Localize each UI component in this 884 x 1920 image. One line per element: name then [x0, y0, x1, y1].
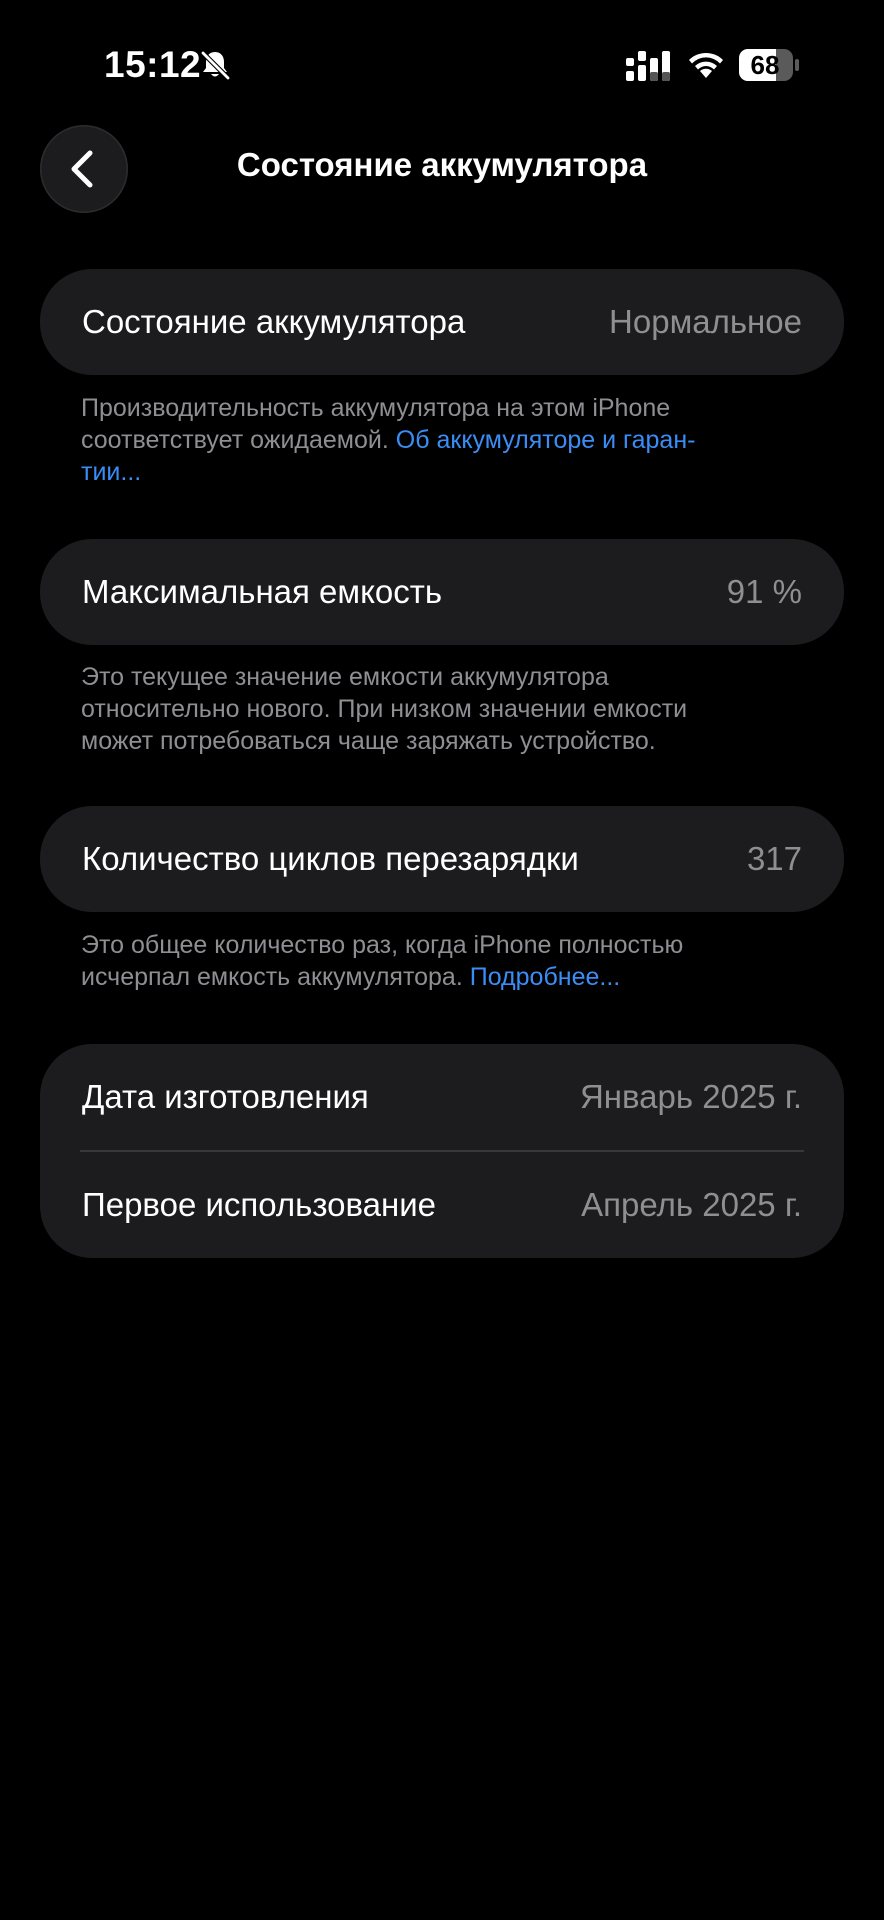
max-capacity-group: Максимальная емкость 91 % [40, 539, 844, 645]
cycle-count-footnote: Это общее количество раз, когда iPhone п… [81, 929, 801, 993]
cellular-signal-icon [626, 51, 670, 81]
status-bar: 15:12 68 [0, 0, 884, 130]
page-title: Состояние аккумулятора [236, 146, 648, 183]
status-time: 15:12 [104, 44, 202, 85]
footnote-line: Это общее количество раз, когда iPhone п… [81, 931, 684, 959]
footnote-line: исчерпал емкость аккумулятора. [81, 963, 463, 991]
battery-level: 68 [750, 50, 780, 80]
cycle-count-row: Количество циклов перезарядки 317 [40, 806, 844, 912]
footnote-line: Производительность аккумулятора на этом … [81, 394, 671, 422]
battery-health-row: Состояние аккумулятора Нормальное [40, 269, 844, 375]
battery-health-footnote: Производительность аккумулятора на этом … [81, 392, 801, 488]
first-use-value: Апрель 2025 г. [581, 1185, 802, 1223]
max-capacity-row: Максимальная емкость 91 % [40, 539, 844, 645]
wifi-icon [689, 52, 723, 78]
footnote-line: может потребоваться чаще заряжать устрой… [81, 727, 656, 755]
battery-warranty-link[interactable]: Об аккумуляторе и гаран- [396, 426, 696, 454]
cycle-count-group: Количество циклов перезарядки 317 [40, 806, 844, 912]
battery-warranty-link-continued[interactable]: тии... [81, 458, 141, 486]
max-capacity-label: Максимальная емкость [82, 573, 443, 610]
learn-more-link[interactable]: Подробнее... [470, 963, 621, 991]
cycle-count-value: 317 [746, 840, 802, 877]
manufacture-date-row: Дата изготовления Январь 2025 г. [40, 1044, 844, 1150]
cycle-count-label: Количество циклов перезарядки [82, 840, 579, 877]
battery-health-group: Состояние аккумулятора Нормальное [40, 269, 844, 375]
footnote-line: относительно нового. При низком значении… [81, 695, 688, 723]
footnote-line: соответствует ожидаемой. [81, 426, 389, 454]
max-capacity-footnote: Это текущее значение емкости аккумулятор… [81, 661, 801, 757]
battery-health-value: Нормальное [609, 303, 802, 340]
manufacture-date-label: Дата изготовления [82, 1078, 369, 1115]
battery-health-label: Состояние аккумулятора [82, 303, 466, 340]
first-use-row: Первое использование Апрель 2025 г. [40, 1152, 844, 1258]
first-use-label: Первое использование [82, 1185, 436, 1223]
dates-group: Дата изготовления Январь 2025 г. Первое … [40, 1044, 844, 1258]
max-capacity-value: 91 % [726, 573, 802, 610]
bell-slash-icon [201, 51, 230, 80]
manufacture-date-value: Январь 2025 г. [579, 1078, 802, 1115]
footnote-line: Это текущее значение емкости аккумулятор… [81, 663, 609, 691]
